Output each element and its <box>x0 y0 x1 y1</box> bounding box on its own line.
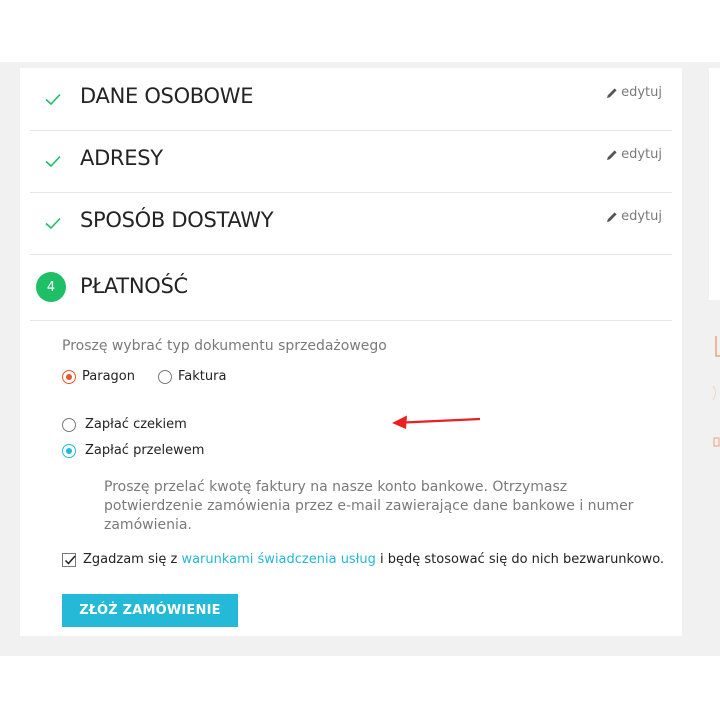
step-number-badge: 4 <box>36 272 66 302</box>
pencil-icon <box>607 87 617 98</box>
document-option-paragon[interactable]: Paragon <box>62 369 135 384</box>
document-option-faktura[interactable]: Faktura <box>158 369 226 384</box>
check-icon <box>45 217 61 230</box>
step-title: DANE OSOBOWE <box>80 84 254 108</box>
radio-paragon[interactable] <box>62 369 76 384</box>
transfer-description: Proszę przelać kwotę faktury na nasze ko… <box>104 479 634 533</box>
step-title: SPOSÓB DOSTAWY <box>80 208 274 232</box>
terms-prefix: Zgadzam się z <box>83 552 182 567</box>
terms-text: Zgadzam się z warunkami świadczenia usłu… <box>83 552 664 567</box>
option-label: Paragon <box>82 369 135 384</box>
step-personal-data: DANE OSOBOWE edytuj <box>30 68 672 131</box>
edit-label: edytuj <box>621 209 662 224</box>
edit-delivery-link[interactable]: edytuj <box>606 209 662 224</box>
check-icon <box>64 555 76 565</box>
option-label: Zapłać czekiem <box>85 417 187 432</box>
pencil-icon <box>607 149 617 160</box>
radio-transfer[interactable] <box>62 443 76 458</box>
terms-agreement: Zgadzam się z warunkami świadczenia usłu… <box>62 552 664 567</box>
option-label: Faktura <box>178 369 227 384</box>
step-addresses: ADRESY edytuj <box>30 130 672 193</box>
payment-option-cheque[interactable]: Zapłać czekiem <box>62 417 187 432</box>
place-order-button[interactable]: ZŁÓŻ ZAMÓWIENIE <box>62 594 238 627</box>
pencil-icon <box>607 211 617 222</box>
radio-faktura[interactable] <box>158 369 172 384</box>
side-panel-edge <box>709 68 720 300</box>
check-icon <box>45 155 61 168</box>
terms-checkbox[interactable] <box>62 552 76 567</box>
edit-addresses-link[interactable]: edytuj <box>606 147 662 162</box>
terms-link[interactable]: warunkami świadczenia usług <box>181 552 375 567</box>
document-type-label: Proszę wybrać typ dokumentu sprzedażoweg… <box>62 338 387 354</box>
edit-personal-data-link[interactable]: edytuj <box>606 85 662 100</box>
terms-suffix: i będę stosować się do nich bezwarunkowo… <box>375 552 665 567</box>
edit-label: edytuj <box>621 147 662 162</box>
step-title: PŁATNOŚĆ <box>80 274 188 298</box>
check-icon <box>45 93 61 106</box>
payment-option-transfer[interactable]: Zapłać przelewem <box>62 443 204 458</box>
radio-cheque[interactable] <box>62 417 76 432</box>
red-arrow-icon <box>392 415 481 429</box>
step-delivery-method: SPOSÓB DOSTAWY edytuj <box>30 192 672 255</box>
side-decoration-icon <box>712 336 720 447</box>
step-payment: 4 PŁATNOŚĆ <box>30 254 672 321</box>
edit-label: edytuj <box>621 85 662 100</box>
step-title: ADRESY <box>80 146 163 170</box>
option-label: Zapłać przelewem <box>85 443 205 458</box>
checkout-card: DANE OSOBOWE edytuj ADRESY edytuj SPOSÓB… <box>20 68 682 636</box>
